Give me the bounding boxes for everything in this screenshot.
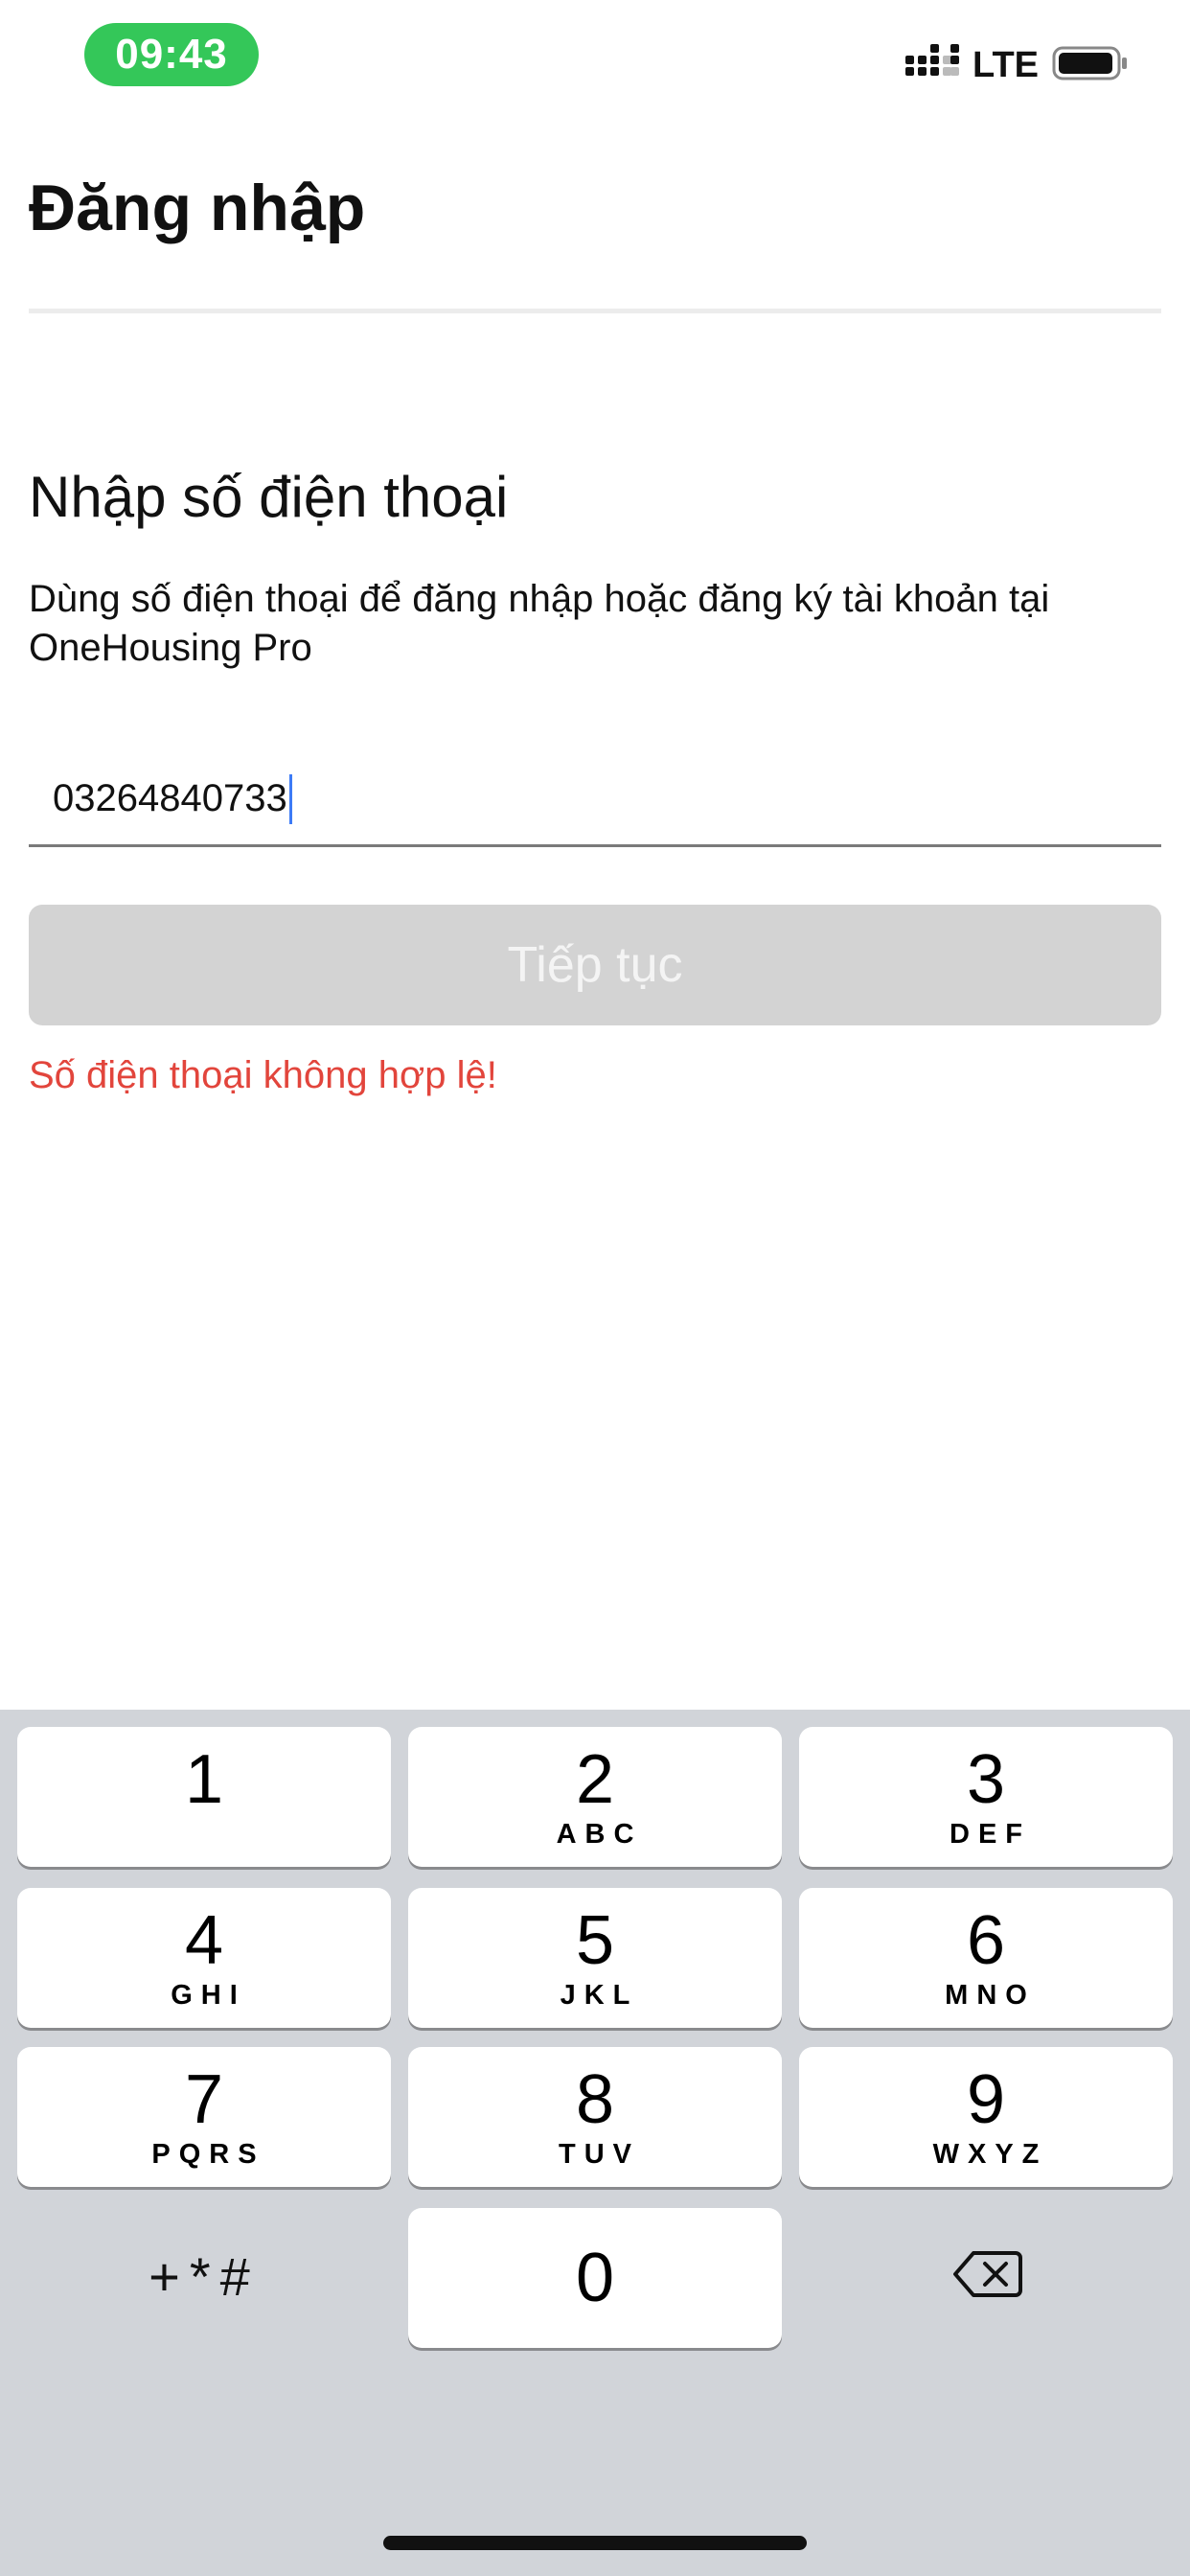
key-2[interactable]: 2 ABC — [408, 1727, 782, 1867]
phone-input[interactable]: 03264840733 — [29, 746, 1161, 847]
status-icons: LTE — [905, 42, 1129, 88]
description-text: Dùng số điện thoại để đăng nhập hoặc đăn… — [29, 578, 1050, 669]
key-letters: TUV — [559, 2139, 640, 2170]
key-digit: 8 — [575, 2061, 615, 2138]
key-8[interactable]: 8 TUV — [408, 2047, 782, 2187]
key-1[interactable]: 1 — [17, 1727, 391, 1867]
key-digit: 0 — [575, 2240, 615, 2316]
key-digit: 2 — [575, 1741, 615, 1818]
key-6[interactable]: 6 MNO — [799, 1888, 1173, 2028]
key-5[interactable]: 5 JKL — [408, 1888, 782, 2028]
key-digit: 6 — [966, 1902, 1006, 1979]
key-letters: JKL — [560, 1980, 639, 2011]
text-caret — [288, 773, 292, 824]
battery-icon — [1052, 44, 1129, 87]
key-letters: DEF — [950, 1819, 1031, 1850]
key-digit: 7 — [184, 2061, 224, 2138]
key-0[interactable]: 0 — [408, 2208, 782, 2348]
key-letters: ABC — [556, 1819, 643, 1850]
continue-button[interactable]: Tiếp tục — [29, 905, 1161, 1025]
key-letters — [200, 1819, 209, 1852]
key-9[interactable]: 9 WXYZ — [799, 2047, 1173, 2187]
key-4[interactable]: 4 GHI — [17, 1888, 391, 2028]
home-indicator[interactable] — [383, 2536, 807, 2550]
network-type: LTE — [973, 44, 1039, 85]
key-digit: 3 — [966, 1741, 1006, 1818]
key-letters: WXYZ — [932, 2139, 1048, 2170]
page-title: Đăng nhập — [29, 172, 366, 244]
key-letters: PQRS — [151, 2139, 265, 2170]
section-heading: Nhập số điện thoại — [29, 465, 509, 529]
symbols-key[interactable]: +*# — [17, 2206, 391, 2346]
error-message: Số điện thoại không hợp lệ! — [29, 1054, 497, 1096]
key-letters: GHI — [171, 1980, 246, 2011]
status-time: 09:43 — [84, 23, 259, 86]
key-digit: 9 — [966, 2061, 1006, 2138]
key-digit: 4 — [184, 1902, 224, 1979]
phone-input-value: 03264840733 — [53, 777, 287, 819]
key-7[interactable]: 7 PQRS — [17, 2047, 391, 2187]
key-3[interactable]: 3 DEF — [799, 1727, 1173, 1867]
key-digit: 1 — [184, 1741, 224, 1818]
header-divider — [29, 309, 1161, 313]
numeric-keypad: 1 2 ABC 3 DEF 4 GHI 5 JKL 6 MNO 7 PQRS 8 — [0, 1710, 1190, 2576]
key-digit: 5 — [575, 1902, 615, 1979]
key-letters: MNO — [945, 1980, 1036, 2011]
backspace-icon — [952, 2249, 1023, 2304]
signal-icon — [905, 43, 960, 87]
delete-key[interactable] — [801, 2206, 1175, 2346]
login-screen: 09:43 LTE Đăng nhập Nhập số điện thoại D… — [0, 0, 1190, 2576]
